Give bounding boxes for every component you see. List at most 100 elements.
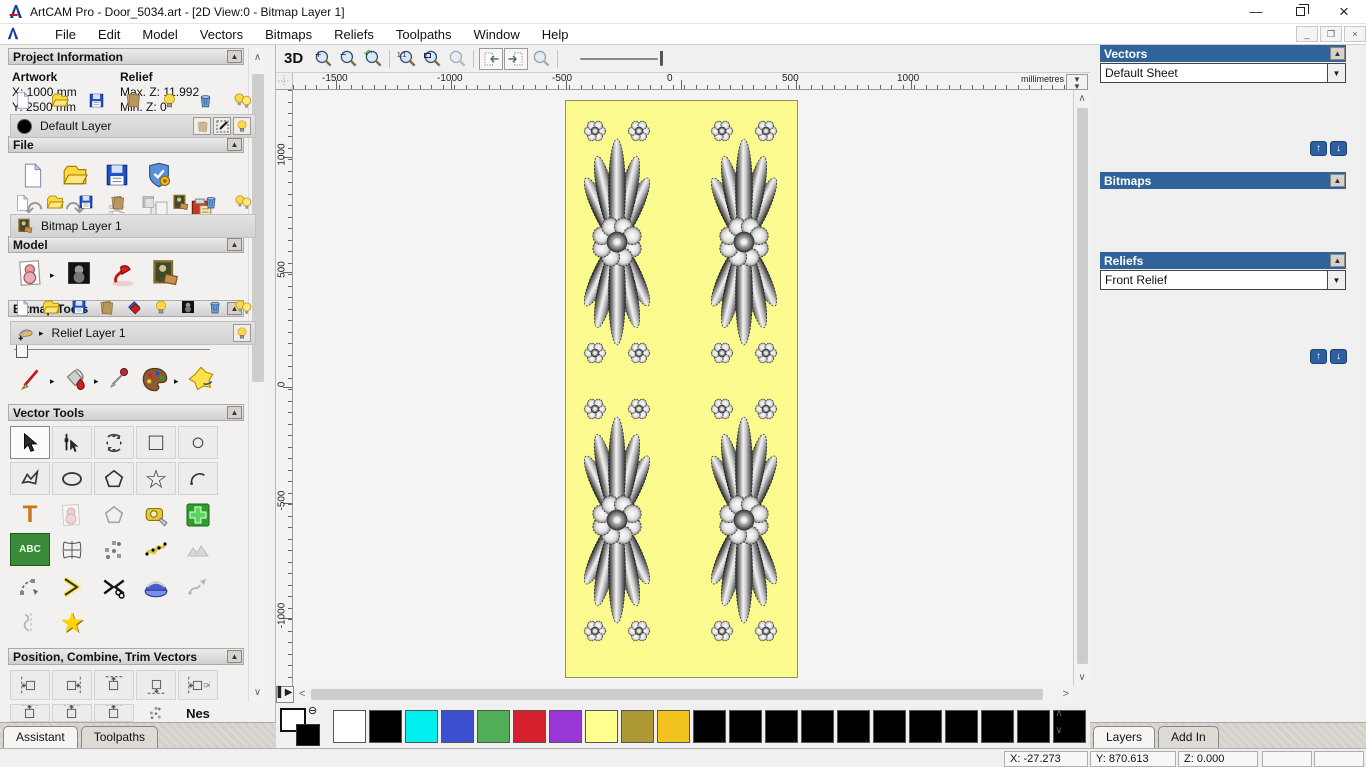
paste-along-button[interactable] [94, 704, 134, 722]
pick-colour-button[interactable] [102, 364, 136, 394]
dropdown-arrow-icon[interactable]: ▼ [1327, 271, 1345, 289]
open-vector-layer-button[interactable] [51, 91, 69, 109]
palette-swatch-14[interactable] [837, 710, 870, 743]
move-relief-down-button[interactable]: ↓ [1330, 349, 1347, 364]
move-to-layer-button[interactable] [193, 117, 211, 135]
view-flag-button[interactable]: ▌▶ [276, 686, 294, 703]
move-relief-up-button[interactable]: ↑ [1310, 349, 1327, 364]
open-model-button[interactable] [58, 160, 92, 190]
snap-toggle-button[interactable] [213, 117, 231, 135]
scatter-button[interactable] [136, 704, 176, 722]
scroll-down-icon[interactable]: ∨ [249, 687, 266, 698]
zoom-slider-track[interactable] [580, 57, 659, 60]
assistant-scrollbar[interactable]: ∧ ∨ [248, 48, 266, 702]
flyout-arrow-icon[interactable]: ▸ [94, 376, 99, 387]
greyscale-view-button[interactable] [141, 194, 157, 210]
create-star-button[interactable]: ☆ [136, 462, 176, 495]
delete-vector-layer-button[interactable] [197, 92, 214, 109]
scroll-up-icon[interactable]: ∧ [1074, 93, 1090, 104]
rollup-button[interactable]: ▲ [227, 650, 242, 663]
canvas-vscrollbar[interactable]: ∧ ∨ [1073, 90, 1090, 686]
restore-button[interactable] [1278, 0, 1322, 24]
rollup-button[interactable]: ▲ [227, 406, 242, 419]
zoom-in-button[interactable]: + [311, 48, 335, 70]
merge-relief-layers-button[interactable] [98, 299, 115, 316]
child-restore-button[interactable]: ❒ [1320, 26, 1342, 42]
relief-dropdown[interactable]: Front Relief ▼ [1100, 270, 1346, 290]
save-bitmap-layer-button[interactable] [78, 194, 94, 210]
delete-bitmap-layer-button[interactable] [203, 194, 219, 210]
nesting-button[interactable]: Nes [178, 704, 218, 722]
palette-swatch-0[interactable] [333, 710, 366, 743]
rollup-button[interactable]: ▲ [1330, 254, 1345, 267]
zoom-slider-handle[interactable] [660, 50, 664, 66]
join-vectors-button[interactable] [52, 570, 92, 603]
zoom-fit-button[interactable] [420, 48, 444, 70]
zoom-slider[interactable] [580, 48, 675, 70]
align-right-button[interactable] [52, 670, 92, 700]
move-layer-up-button[interactable]: ↑ [1310, 141, 1327, 156]
palette-swatch-11[interactable] [729, 710, 762, 743]
next-view-button[interactable] [504, 47, 529, 70]
menu-file[interactable]: File [44, 25, 87, 44]
palette-swatch-10[interactable] [693, 710, 726, 743]
scroll-down-icon[interactable]: ∨ [1074, 672, 1090, 683]
create-circle-button[interactable]: ○ [178, 426, 218, 459]
tab-toolpaths[interactable]: Toolpaths [80, 726, 159, 748]
units-dropdown-button[interactable]: ▼ ▼ [1066, 74, 1088, 91]
node-editing-button[interactable] [52, 426, 92, 459]
flyout-arrow-icon[interactable]: ▸ [50, 376, 55, 387]
reduce-colours-button[interactable] [178, 533, 218, 566]
palette-swatch-6[interactable] [549, 710, 582, 743]
move-layer-down-button[interactable]: ↓ [1330, 141, 1347, 156]
bitmap-properties-button[interactable] [172, 194, 189, 211]
align-left-button[interactable] [10, 670, 50, 700]
palette-swatch-13[interactable] [801, 710, 834, 743]
palette-swatch-16[interactable] [909, 710, 942, 743]
menu-bitmaps[interactable]: Bitmaps [254, 25, 323, 44]
ruler-origin-button[interactable] [276, 73, 293, 90]
bitmap-layer-row[interactable]: Bitmap Layer 1 [10, 214, 256, 238]
create-arc-button[interactable] [178, 462, 218, 495]
dropdown-arrow-icon[interactable]: ▼ [1327, 64, 1345, 82]
palette-swatch-9[interactable] [657, 710, 690, 743]
free-fit-button[interactable] [178, 570, 218, 603]
zoom-out-button[interactable]: − [336, 48, 360, 70]
palette-swatch-1[interactable] [369, 710, 402, 743]
layer-colour-swatch[interactable] [17, 118, 32, 134]
edit-palette-button[interactable] [138, 364, 172, 394]
trim-vectors-button[interactable] [94, 570, 134, 603]
tab-assistant[interactable]: Assistant [3, 726, 78, 749]
secondary-colour-swatch[interactable] [296, 724, 320, 746]
toggle-layer-visibility-button[interactable] [161, 92, 178, 109]
menu-help[interactable]: Help [531, 25, 580, 44]
create-rectangle-button[interactable]: □ [136, 426, 176, 459]
merge-bitmap-layers-button[interactable] [109, 194, 126, 211]
rollup-button[interactable]: ▲ [1330, 47, 1345, 60]
palette-swatch-5[interactable] [513, 710, 546, 743]
palette-swatch-15[interactable] [873, 710, 906, 743]
menu-toolpaths[interactable]: Toolpaths [385, 25, 463, 44]
align-centre-y-button[interactable] [10, 704, 50, 722]
align-top-button[interactable] [94, 670, 134, 700]
canvas-hscrollbar[interactable]: < > [295, 686, 1073, 703]
mirror-profile-button[interactable] [10, 606, 50, 639]
flyout-arrow-icon[interactable]: ▸ [50, 270, 55, 281]
child-minimize-button[interactable]: _ [1296, 26, 1318, 42]
link-colours-icon[interactable]: ⊖ [308, 704, 317, 717]
delete-relief-layer-button[interactable] [207, 299, 223, 315]
transform-vectors-button[interactable] [94, 426, 134, 459]
create-ellipse-button[interactable] [52, 462, 92, 495]
scrollbar-thumb[interactable] [1077, 108, 1088, 664]
palette-swatch-19[interactable] [1017, 710, 1050, 743]
model-options-button[interactable] [142, 160, 176, 190]
select-vectors-button[interactable] [10, 426, 50, 459]
palette-swatch-2[interactable] [405, 710, 438, 743]
offset-vector-button[interactable] [94, 498, 134, 531]
close-button[interactable]: × [1322, 0, 1366, 24]
scroll-up-icon[interactable]: ∧ [249, 52, 266, 63]
create-polyline-button[interactable] [10, 462, 50, 495]
menu-model[interactable]: Model [131, 25, 188, 44]
preview-button[interactable] [529, 48, 553, 70]
all-layers-visibility-button[interactable] [233, 91, 252, 110]
